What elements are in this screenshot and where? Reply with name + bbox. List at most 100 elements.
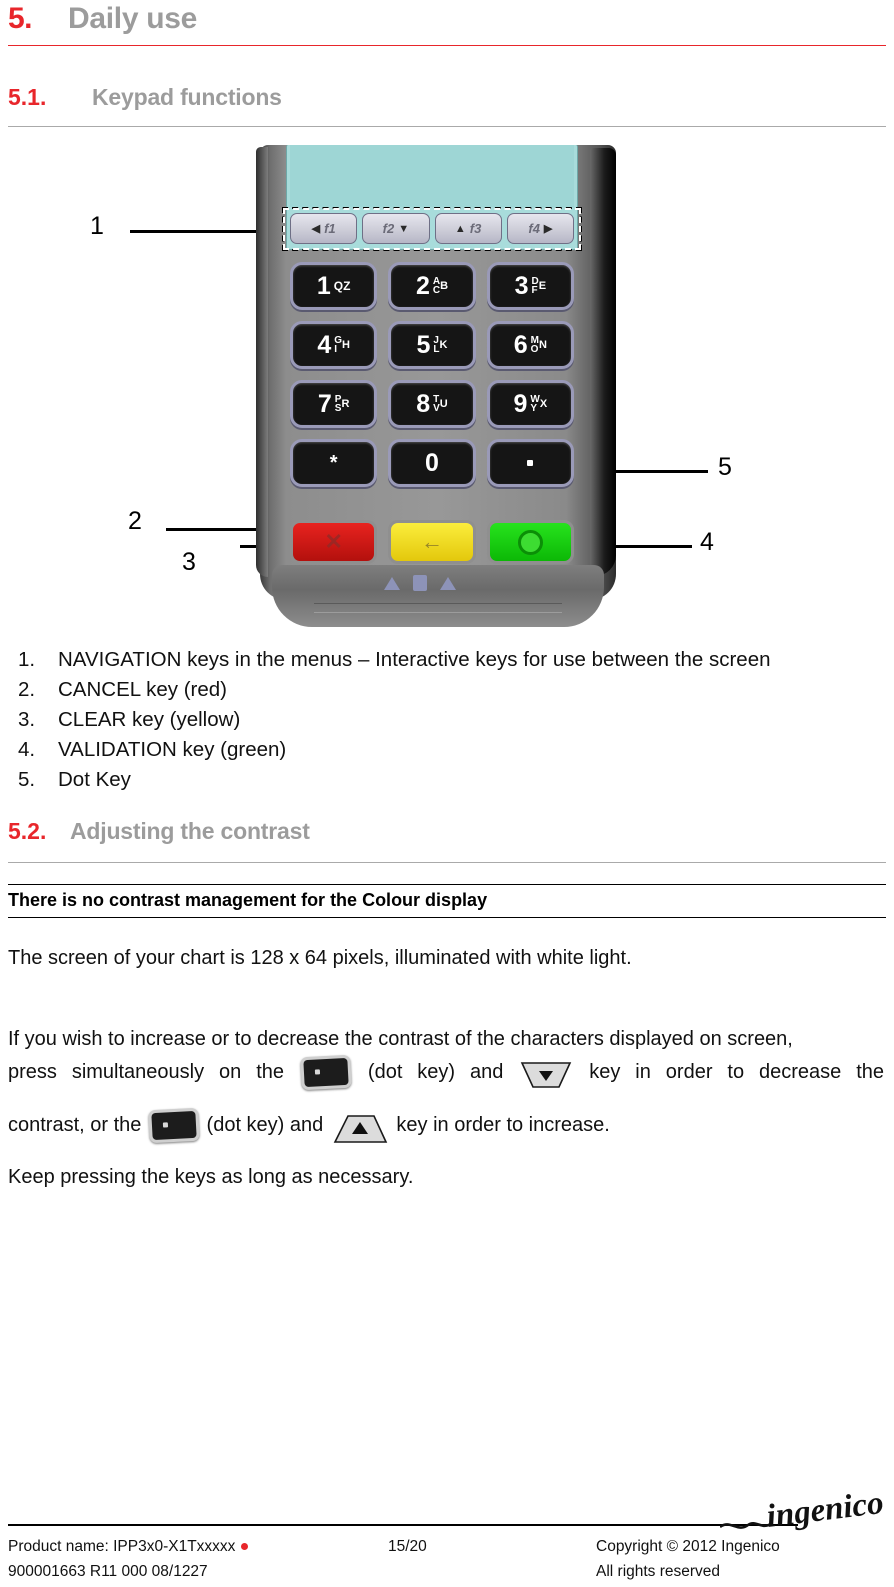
list-item: 1. NAVIGATION keys in the menus – Intera… xyxy=(18,645,888,675)
function-key-f3[interactable]: ▲ f3 xyxy=(434,213,502,244)
key-star-symbol: * xyxy=(329,451,338,474)
key-9-letter-x: X xyxy=(539,397,548,410)
section-heading-5-1: 5.1. Keypad functions xyxy=(8,84,878,111)
contrast-instructions-line1: If you wish to increase or to decrease t… xyxy=(8,1028,793,1050)
contrast-instructions-line2: press simultaneously on the (dot key) an… xyxy=(8,1054,885,1091)
list-item-text: NAVIGATION keys in the menus – Interacti… xyxy=(58,648,771,671)
list-item-number: 3. xyxy=(18,708,36,731)
list-item: 5. Dot Key xyxy=(18,765,888,795)
contrast-text-segment-3: key in order to decrease the xyxy=(589,1061,885,1083)
contrast-text-segment-5: (dot key) and xyxy=(206,1114,324,1136)
key-dot[interactable] xyxy=(486,439,574,487)
chapter-heading: 5. Daily use xyxy=(8,2,878,36)
key-5-letter-k: K xyxy=(439,338,448,351)
page-footer: Product name: IPP3x0-X1Txxxxx 15/20 Copy… xyxy=(8,1534,886,1584)
key-8[interactable]: 8 T V U xyxy=(388,380,476,428)
key-6[interactable]: 6 M O N xyxy=(486,321,574,369)
triangle-right-icon xyxy=(440,576,456,590)
card-slot-icon xyxy=(413,575,427,591)
key-1-number: 1 xyxy=(316,271,331,300)
key-3-letter-f: F xyxy=(531,285,538,296)
contrast-note: There is no contrast management for the … xyxy=(8,884,886,918)
chapter-number: 5. xyxy=(8,2,33,35)
cross-icon: ✕ xyxy=(324,529,343,554)
chapter-title: Daily use xyxy=(68,2,198,35)
key-5[interactable]: 5 J L K xyxy=(388,321,476,369)
function-key-f4[interactable]: f4 ▶ xyxy=(506,213,574,244)
list-item-text: CLEAR key (yellow) xyxy=(58,708,241,731)
key-6-number: 6 xyxy=(513,330,528,359)
section-number-5-2: 5.2. xyxy=(8,818,47,844)
contrast-instructions-line3: contrast, or the (dot key) and key in or… xyxy=(8,1107,884,1144)
section-rule-5-1 xyxy=(8,126,886,127)
key-2-number: 2 xyxy=(415,271,430,300)
key-7[interactable]: 7 P S R xyxy=(290,380,378,428)
dot-key-icon xyxy=(300,1054,352,1091)
function-key-row: ◀ f1 f2 ▼ ▲ f3 f4 ▶ xyxy=(290,213,574,244)
list-item: 4. VALIDATION key (green) xyxy=(18,735,888,765)
contrast-text-segment-1: press simultaneously on the xyxy=(8,1061,285,1083)
footer-page-number: 15/20 xyxy=(388,1538,427,1555)
terminal-base-icons xyxy=(384,575,456,591)
key-1[interactable]: 1 QZ xyxy=(290,262,378,310)
function-key-f1[interactable]: ◀ f1 xyxy=(290,213,358,244)
key-6-letter-n: N xyxy=(538,338,547,351)
card-reader-slot xyxy=(314,603,562,613)
validation-key[interactable] xyxy=(486,520,574,564)
function-key-f1-label: f1 xyxy=(324,221,336,236)
footer-rule xyxy=(8,1524,798,1526)
key-4-letter-h: H xyxy=(342,338,350,351)
function-key-f4-label: f4 xyxy=(528,221,540,236)
key-2[interactable]: 2 A C B xyxy=(388,262,476,310)
right-arrow-icon: ▶ xyxy=(543,223,553,235)
triangle-left-icon xyxy=(384,576,400,590)
red-bullet-icon xyxy=(241,1543,249,1551)
list-item: 2. CANCEL key (red) xyxy=(18,675,888,705)
section-rule-5-2 xyxy=(8,862,886,863)
key-4-letter-i: I xyxy=(334,344,338,355)
footer-copyright: Copyright © 2012 Ingenico xyxy=(596,1538,780,1555)
screen-display-area xyxy=(290,145,574,207)
footer-rights: All rights reserved xyxy=(596,1563,721,1580)
function-key-f2[interactable]: f2 ▼ xyxy=(362,213,430,244)
terminal-left-edge xyxy=(256,147,268,577)
contrast-text-segment-6: key in order to increase. xyxy=(396,1114,610,1136)
callout-number-4: 4 xyxy=(700,528,714,556)
clear-key[interactable]: ← xyxy=(388,520,476,564)
keypad-figure: 1 2 3 4 5 ◀ f1 f2 ▼ ▲ f3 f4 ▶ 1 QZ 2 A C… xyxy=(0,140,894,640)
footer-doc-reference: 900001663 R11 000 08/1227 xyxy=(8,1563,208,1580)
callout-number-5: 5 xyxy=(718,453,732,481)
up-arrow-icon: ▲ xyxy=(454,222,466,235)
section-title-5-1: Keypad functions xyxy=(92,84,282,110)
section-title-5-2: Adjusting the contrast xyxy=(70,818,310,844)
section-number-5-1: 5.1. xyxy=(8,84,47,110)
key-7-letter-r: R xyxy=(341,397,350,410)
key-0-number: 0 xyxy=(425,448,439,477)
callout-number-3: 3 xyxy=(182,548,196,576)
key-star[interactable]: * xyxy=(290,439,378,487)
key-7-number: 7 xyxy=(317,389,332,418)
section-heading-5-2: 5.2. Adjusting the contrast xyxy=(8,818,878,845)
cancel-key[interactable]: ✕ xyxy=(290,520,378,564)
keep-pressing-paragraph: Keep pressing the keys as long as necess… xyxy=(8,1166,414,1188)
key-8-letter-u: U xyxy=(439,397,448,410)
key-8-letter-v: V xyxy=(433,403,440,414)
back-arrow-icon: ← xyxy=(420,529,443,554)
key-0[interactable]: 0 xyxy=(388,439,476,487)
footer-row-2: 900001663 R11 000 08/1227 All rights res… xyxy=(8,1559,886,1584)
left-arrow-icon: ◀ xyxy=(311,223,321,235)
list-item-number: 5. xyxy=(18,768,36,791)
circle-icon xyxy=(517,529,543,555)
key-3-number: 3 xyxy=(514,271,529,300)
payment-terminal-illustration: ◀ f1 f2 ▼ ▲ f3 f4 ▶ 1 QZ 2 A C B 3 D F E… xyxy=(252,145,642,632)
key-9[interactable]: 9 W Y X xyxy=(486,380,574,428)
dot-key-icon xyxy=(148,1107,200,1144)
key-3[interactable]: 3 D F E xyxy=(486,262,574,310)
list-item-number: 4. xyxy=(18,738,36,761)
key-4[interactable]: 4 G I H xyxy=(290,321,378,369)
callout-number-1: 1 xyxy=(90,212,104,240)
key-9-number: 9 xyxy=(513,389,528,418)
key-description-list: 1. NAVIGATION keys in the menus – Intera… xyxy=(18,645,888,795)
callout-number-2: 2 xyxy=(128,507,142,535)
key-1-letters: QZ xyxy=(333,279,351,293)
